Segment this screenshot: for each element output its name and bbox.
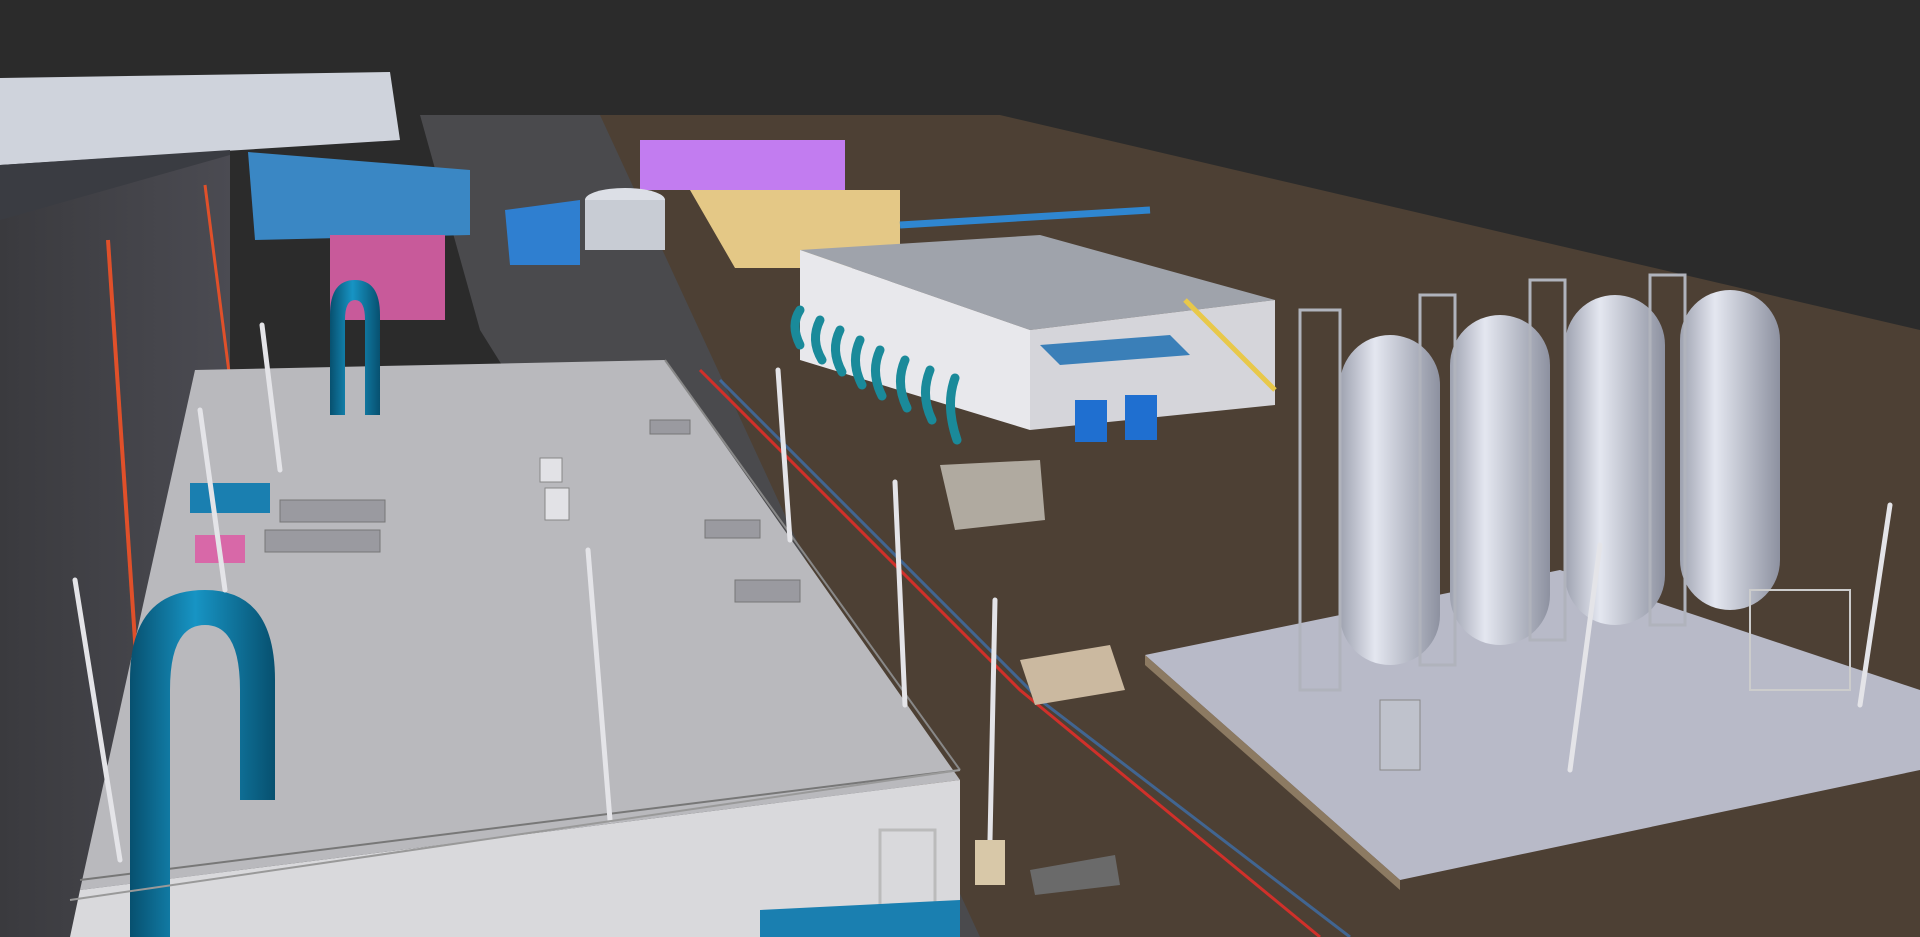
storage-tank-small xyxy=(585,200,665,250)
electrical-cabinet xyxy=(1125,395,1157,440)
scene-canvas[interactable] xyxy=(0,0,1920,937)
roof-hatch xyxy=(649,419,691,435)
roof-hatch xyxy=(279,499,386,523)
pink-tank xyxy=(330,235,445,320)
purple-building xyxy=(640,140,845,190)
blue-duct xyxy=(190,483,270,513)
pump-pit xyxy=(940,460,1045,530)
control-box xyxy=(1379,699,1421,771)
blue-shed xyxy=(505,200,580,265)
roof-vent xyxy=(539,457,563,483)
roof-vent xyxy=(544,487,570,521)
3d-viewport[interactable] xyxy=(0,0,1920,937)
pole-base xyxy=(975,840,1005,885)
roof-hatch xyxy=(704,519,761,539)
roof-hatch xyxy=(734,579,801,603)
electrical-cabinet xyxy=(1075,400,1107,442)
roof-hatch xyxy=(264,529,381,553)
